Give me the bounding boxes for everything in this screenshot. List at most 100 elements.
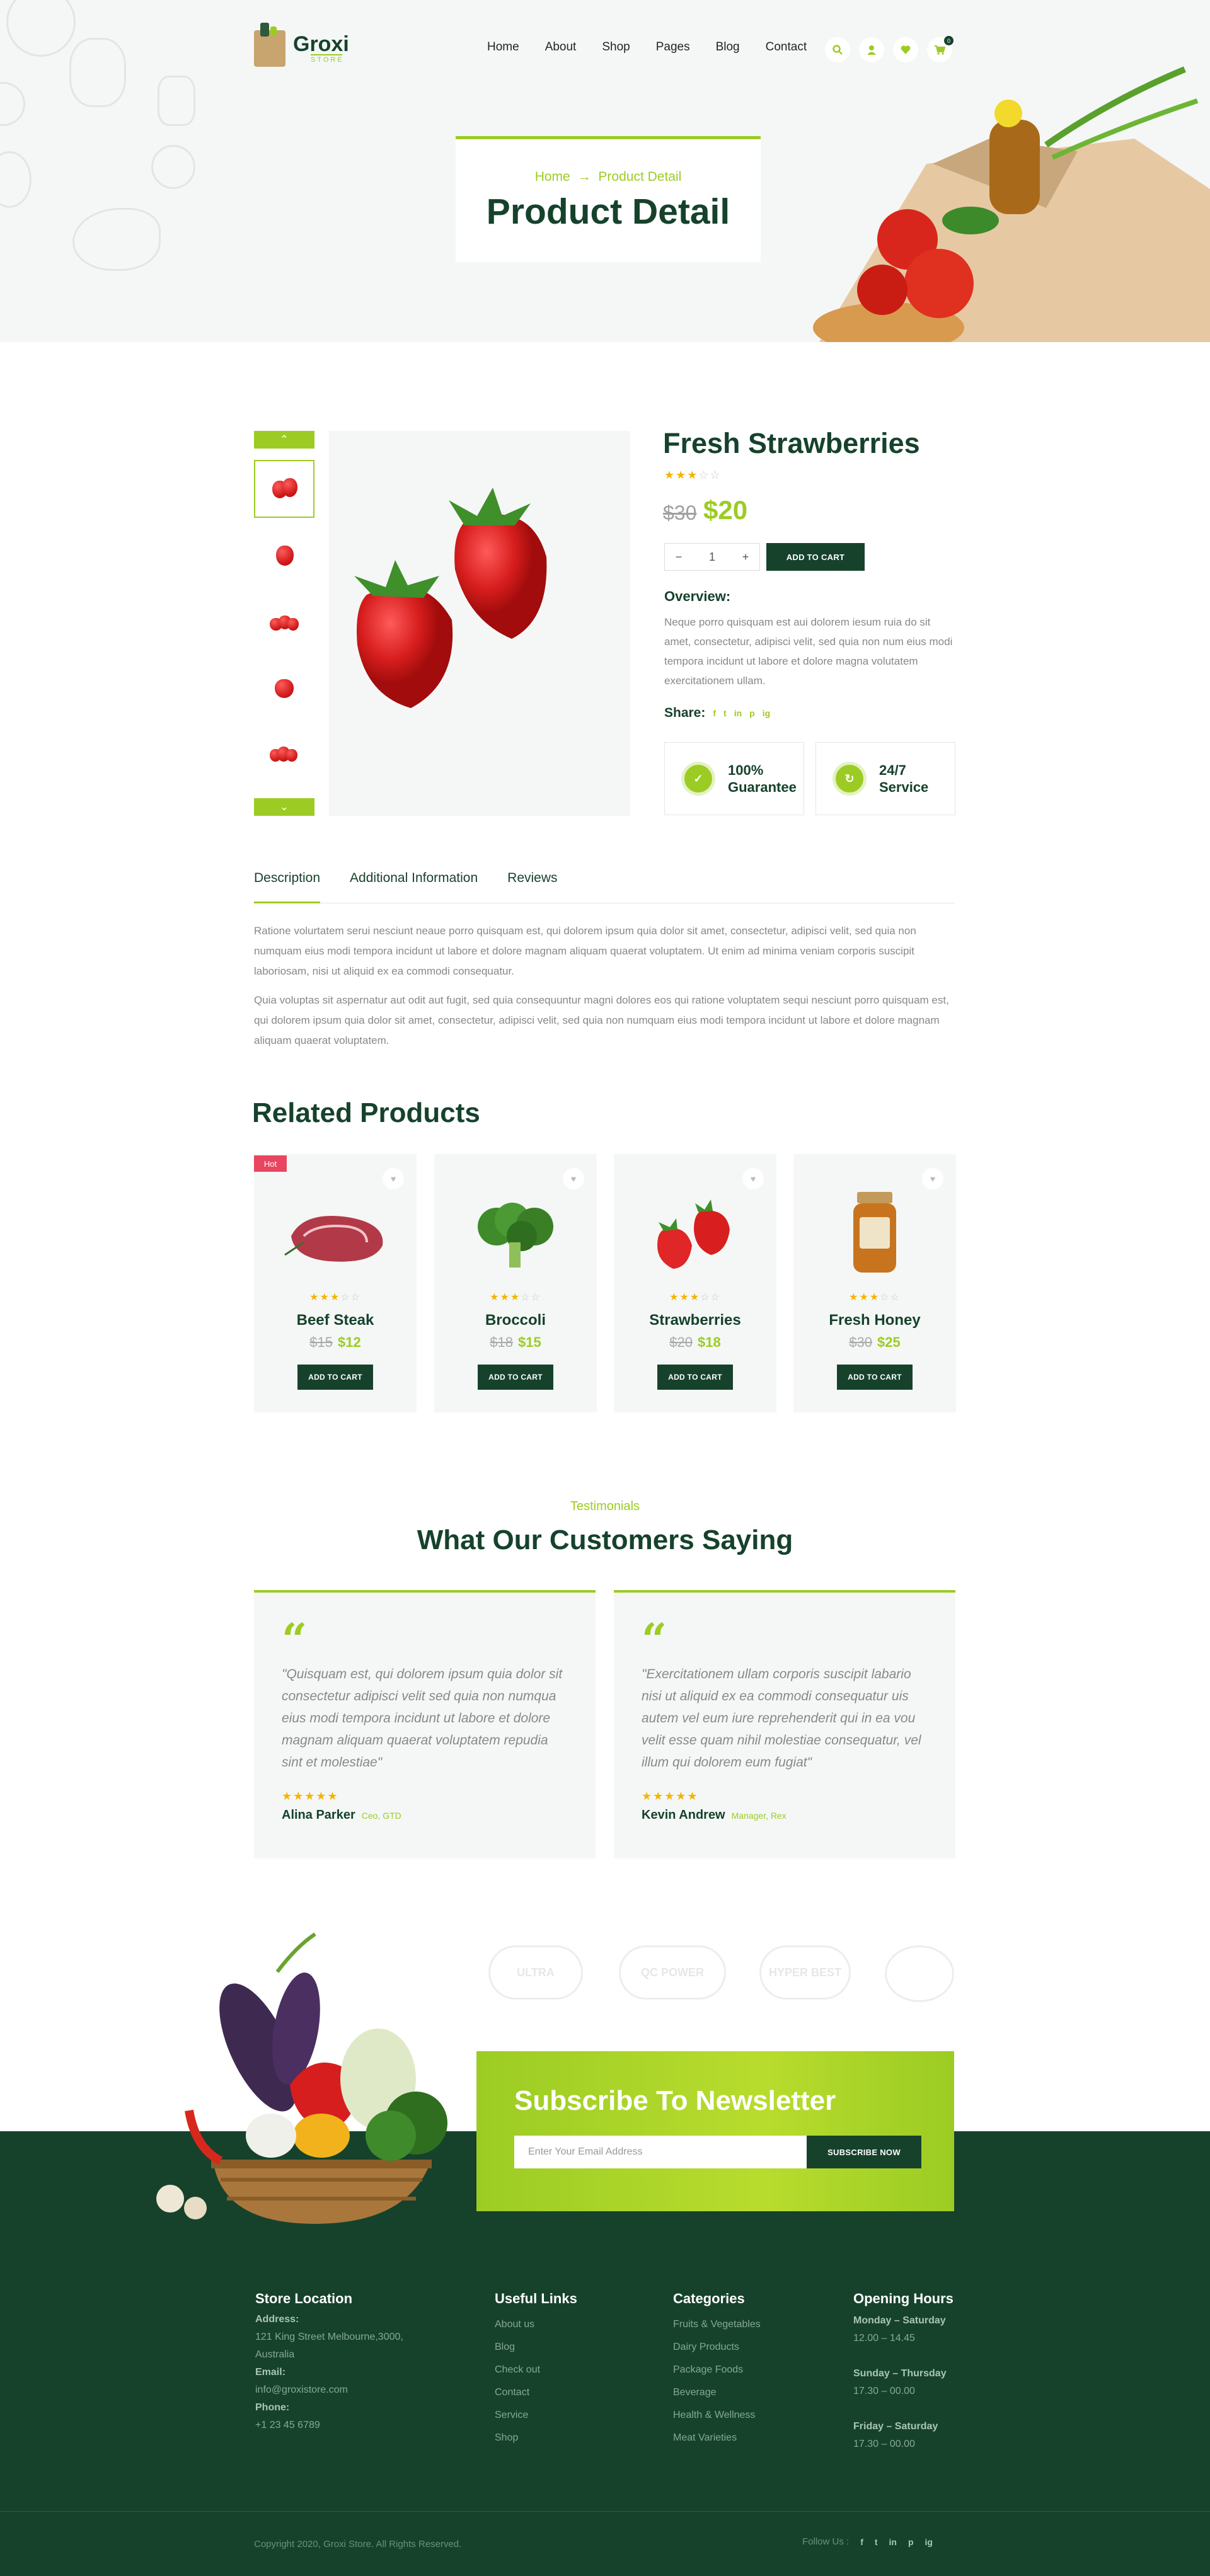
nav-contact[interactable]: Contact [766, 40, 807, 54]
qty-input[interactable]: 1 [698, 551, 726, 564]
apple-outline-icon [0, 151, 32, 208]
wishlist-button[interactable] [893, 37, 918, 62]
qty-increase-button[interactable]: + [732, 551, 759, 564]
search-icon [833, 45, 843, 55]
address-text: 121 King Street Melbourne,3000, Australi… [255, 2332, 403, 2360]
overview-title: Overview: [664, 588, 731, 604]
add-to-cart-button[interactable]: ADD TO CART [766, 543, 865, 571]
add-to-cart-button[interactable]: ADD TO CART [478, 1365, 553, 1390]
footer-hours-list: Monday – Saturday 12.00 – 14.45 Sunday –… [853, 2312, 947, 2453]
award-badge: HYPER BEST [759, 1945, 851, 2000]
breadcrumb-home[interactable]: Home [535, 169, 570, 184]
product-tabs: Description Additional Information Revie… [254, 871, 955, 903]
footer-categories-list: Fruits & Vegetables Dairy Products Packa… [673, 2313, 761, 2449]
cart-button[interactable]: 0 [927, 36, 954, 62]
follow-label: Follow Us : [802, 2536, 850, 2547]
footer-link[interactable]: Contact [495, 2381, 540, 2404]
gallery-down-button[interactable]: ⌄ [254, 798, 314, 816]
tab-description[interactable]: Description [254, 871, 321, 903]
gallery-thumb[interactable] [254, 724, 314, 782]
qty-decrease-button[interactable]: − [665, 551, 693, 564]
newsletter-email-input[interactable]: Enter Your Email Address [514, 2136, 807, 2168]
testimonial-author: Alina Parker Ceo, GTD [282, 1808, 401, 1822]
twitter-icon[interactable]: t [875, 2537, 878, 2547]
heart-icon[interactable]: ♥ [383, 1168, 404, 1189]
add-to-cart-button[interactable]: ADD TO CART [657, 1365, 733, 1390]
linkedin-icon[interactable]: in [889, 2537, 897, 2547]
footer-store-info: Address: 121 King Street Melbourne,3000,… [255, 2311, 432, 2434]
beef-steak-image [284, 1216, 383, 1262]
nav-home[interactable]: Home [487, 40, 519, 54]
footer-link[interactable]: About us [495, 2313, 540, 2336]
search-button[interactable] [825, 37, 850, 62]
gallery-thumb[interactable] [254, 526, 314, 584]
product-card[interactable]: ♥ ★★★☆☆ Fresh Honey $30 $25 ADD TO CART [793, 1154, 956, 1412]
footer-link[interactable]: Blog [495, 2336, 540, 2359]
phone-link[interactable]: +1 23 45 6789 [255, 2420, 320, 2430]
pinterest-icon[interactable]: p [908, 2537, 914, 2547]
footer-category-link[interactable]: Package Foods [673, 2359, 761, 2381]
footer-category-link[interactable]: Beverage [673, 2381, 761, 2404]
twitter-icon[interactable]: t [723, 708, 727, 718]
award-badge: QC POWER [619, 1945, 726, 2000]
gallery-up-button[interactable]: ⌃ [254, 431, 314, 449]
add-to-cart-button[interactable]: ADD TO CART [837, 1365, 913, 1390]
linkedin-icon[interactable]: in [734, 708, 742, 718]
account-button[interactable] [859, 37, 884, 62]
facebook-icon[interactable]: f [860, 2537, 863, 2547]
gallery-thumb[interactable] [254, 658, 314, 716]
description-paragraph: Ratione volurtatem serui nesciunt neaue … [254, 925, 916, 977]
honey-jar-image [853, 1192, 896, 1273]
gallery-thumb[interactable] [254, 460, 314, 518]
heart-icon[interactable]: ♥ [742, 1168, 764, 1189]
product-price: $20 $18 [669, 1334, 721, 1350]
subscribe-button[interactable]: SUBSCRIBE NOW [807, 2136, 921, 2168]
footer-category-link[interactable]: Meat Varieties [673, 2427, 761, 2449]
product-card[interactable]: ♥ ★★★☆☆ Strawberries $20 $18 ADD TO CART [614, 1154, 776, 1412]
product-card[interactable]: ♥ ★★★☆☆ Beef Steak $15 $12 ADD TO CART [254, 1154, 417, 1412]
nav-pages[interactable]: Pages [656, 40, 690, 54]
testimonial-author: Kevin Andrew Manager, Rex [642, 1808, 786, 1822]
hours-time: 17.30 – 00.00 [853, 2439, 915, 2449]
user-icon [867, 45, 876, 55]
gallery-thumb[interactable] [254, 592, 314, 650]
product-name: Fresh Strawberries [663, 427, 920, 459]
cheese-outline-icon [158, 76, 195, 126]
nav-blog[interactable]: Blog [716, 40, 740, 54]
product-rating: ★★★☆☆ [490, 1292, 541, 1303]
footer-link[interactable]: Shop [495, 2427, 540, 2449]
tab-additional-information[interactable]: Additional Information [350, 871, 478, 903]
nav-about[interactable]: About [545, 40, 577, 54]
footer-category-link[interactable]: Dairy Products [673, 2336, 761, 2359]
email-link[interactable]: info@groxistore.com [255, 2384, 348, 2395]
cart-icon [935, 45, 945, 55]
breadcrumb-current: Product Detail [598, 169, 682, 184]
footer-category-link[interactable]: Health & Wellness [673, 2404, 761, 2427]
strawberry-thumb-image [270, 607, 299, 636]
add-to-cart-button[interactable]: ADD TO CART [297, 1365, 373, 1390]
heart-icon[interactable]: ♥ [922, 1168, 943, 1189]
strawberries-image [657, 1199, 730, 1269]
strawberry-thumb-image [270, 673, 299, 702]
service-icon: ↻ [833, 762, 867, 796]
footer-link[interactable]: Service [495, 2404, 540, 2427]
testimonial-rating: ★★★★★ [642, 1790, 699, 1802]
product-rating: ★★★☆☆ [664, 469, 722, 481]
description-paragraph: Quia voluptas sit aspernatur aut odit au… [254, 994, 949, 1046]
instagram-icon[interactable]: ig [763, 708, 770, 718]
product-price: $15 $12 [309, 1334, 361, 1350]
hours-time: 17.30 – 00.00 [853, 2386, 915, 2396]
footer-link[interactable]: Check out [495, 2359, 540, 2381]
tab-reviews[interactable]: Reviews [507, 871, 557, 903]
product-card[interactable]: ♥ ★★★☆☆ Broccoli $18 $15 ADD TO CART [434, 1154, 597, 1412]
pinterest-icon[interactable]: p [749, 708, 755, 718]
facebook-icon[interactable]: f [713, 708, 716, 718]
footer-category-link[interactable]: Fruits & Vegetables [673, 2313, 761, 2336]
logo[interactable]: Groxi STORE [254, 23, 349, 67]
feature-guarantee: ✓ 100% Guarantee [664, 742, 804, 815]
page-title: Product Detail [486, 192, 730, 232]
heart-icon[interactable]: ♥ [563, 1168, 584, 1189]
instagram-icon[interactable]: ig [925, 2537, 933, 2547]
product-rating: ★★★☆☆ [669, 1292, 721, 1303]
nav-shop[interactable]: Shop [602, 40, 630, 54]
